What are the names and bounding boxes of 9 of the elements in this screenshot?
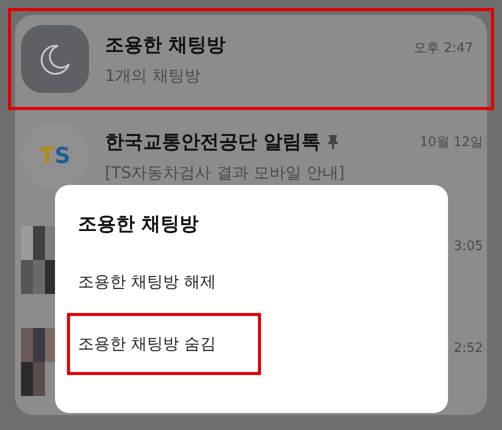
chat-title: 조용한 채팅방 [105,32,226,58]
chat-time: 오후 2:47 [414,40,473,57]
chat-preview: [TS자동차검사 결과 모바일 안내] [105,162,346,184]
chat-title: 한국교통안전공단 알림톡 [105,130,321,154]
chat-time: 10월 12일 [420,134,483,151]
chat-time: 3:05 [454,239,483,254]
dialog-title: 조용한 채팅방 [77,212,200,237]
chat-time: 2:52 [454,341,483,356]
chat-preview: 1개의 채팅방 [105,66,202,86]
